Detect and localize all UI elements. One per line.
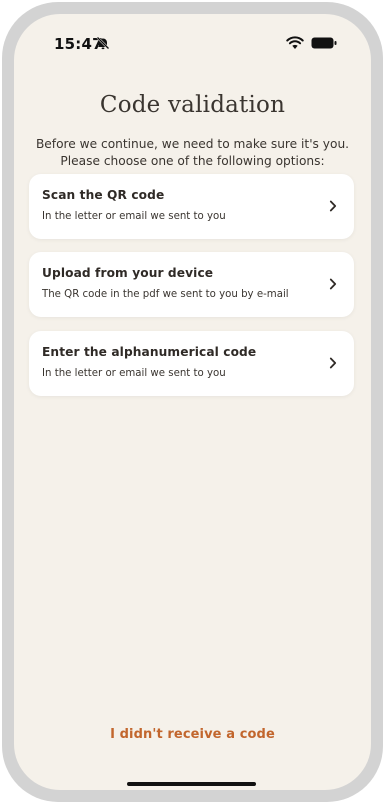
wifi-icon xyxy=(286,36,304,49)
home-indicator xyxy=(127,782,256,786)
device-frame: 15:47 Code validation Before we continue… xyxy=(2,2,383,802)
chevron-right-icon xyxy=(329,200,337,212)
option-subtitle: In the letter or email we sent to you xyxy=(42,368,226,379)
resend-code-link[interactable]: I didn't receive a code xyxy=(14,727,371,742)
chevron-right-icon xyxy=(329,278,337,290)
page-title: Code validation xyxy=(99,92,286,118)
bell-off-icon xyxy=(96,36,110,50)
option-upload-from-device[interactable]: Upload from your device The QR code in t… xyxy=(29,252,354,317)
status-bar: 15:47 xyxy=(14,14,371,70)
chevron-right-icon xyxy=(329,357,337,369)
option-subtitle: In the letter or email we sent to you xyxy=(42,211,226,222)
intro-text: Before we continue, we need to make sure… xyxy=(35,137,350,168)
option-subtitle: The QR code in the pdf we sent to you by… xyxy=(42,289,289,300)
app-screen: 15:47 Code validation Before we continue… xyxy=(14,14,371,790)
option-enter-alphanumerical-code[interactable]: Enter the alphanumerical code In the let… xyxy=(29,331,354,396)
option-title: Upload from your device xyxy=(42,266,214,280)
option-title: Enter the alphanumerical code xyxy=(42,345,257,359)
option-scan-qr-code[interactable]: Scan the QR code In the letter or email … xyxy=(29,174,354,239)
battery-icon xyxy=(311,37,337,49)
option-title: Scan the QR code xyxy=(42,188,165,202)
